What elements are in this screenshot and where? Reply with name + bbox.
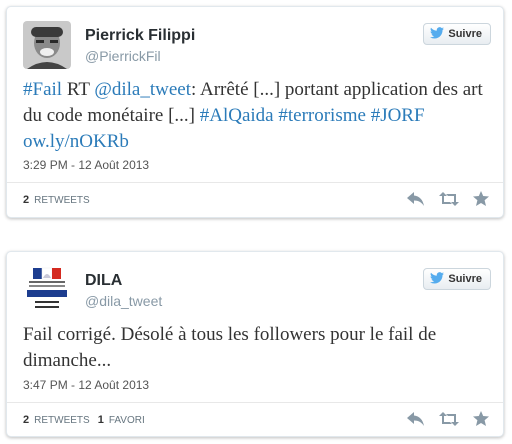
twitter-bird-icon (430, 271, 445, 287)
reply-icon[interactable] (407, 411, 425, 431)
hashtag-link[interactable]: #JORF (371, 105, 425, 126)
mention-link[interactable]: @dila_tweet (94, 79, 191, 100)
hashtag-link[interactable]: #Fail (23, 79, 62, 100)
tweet-actions (407, 191, 489, 211)
retweet-icon[interactable] (439, 411, 459, 431)
divider (7, 182, 503, 183)
twitter-bird-icon (430, 26, 445, 42)
follow-button[interactable]: Suivre (423, 268, 491, 290)
url-link[interactable]: ow.ly/nOKRb (23, 131, 129, 152)
avatar[interactable] (23, 21, 71, 69)
tweet-stats: 2 RETWEETS (23, 194, 90, 206)
retweet-icon[interactable] (439, 191, 459, 211)
reply-icon[interactable] (407, 191, 425, 211)
retweet-count[interactable]: 2 (23, 194, 29, 206)
follow-label: Suivre (448, 273, 482, 285)
dila-logo (23, 266, 71, 314)
tweet-actions (407, 411, 489, 431)
favorite-star-icon[interactable] (473, 411, 489, 431)
favorite-count-label[interactable]: FAVORI (109, 415, 145, 426)
author-handle[interactable]: @PierrickFil (85, 48, 161, 64)
tweet-card: DILA @dila_tweet Suivre Fail corrigé. Dé… (6, 251, 504, 437)
tweet-timestamp[interactable]: 3:47 PM - 12 Août 2013 (23, 378, 149, 392)
tweet-text: #Fail RT @dila_tweet: Arrêté [...] porta… (23, 77, 493, 155)
tweet-timestamp[interactable]: 3:29 PM - 12 Août 2013 (23, 158, 149, 172)
retweet-count-label[interactable]: RETWEETS (34, 415, 90, 426)
author-name[interactable]: DILA (85, 272, 122, 290)
retweet-count[interactable]: 2 (23, 414, 29, 426)
tweet-card: Pierrick Filippi @PierrickFil Suivre #Fa… (6, 6, 504, 218)
hashtag-link[interactable]: #terrorisme (278, 105, 366, 126)
hashtag-link[interactable]: #AlQaida (200, 105, 274, 126)
author-name[interactable]: Pierrick Filippi (85, 27, 195, 45)
retweet-count-label[interactable]: RETWEETS (34, 195, 90, 206)
favorite-count[interactable]: 1 (98, 414, 104, 426)
follow-label: Suivre (448, 28, 482, 40)
tweet-text: Fail corrigé. Désolé à tous les follower… (23, 324, 437, 371)
favorite-star-icon[interactable] (473, 191, 489, 211)
tweet-stats: 2 RETWEETS 1 FAVORI (23, 414, 145, 426)
tweet-text-segment: RT (62, 79, 95, 100)
divider (7, 402, 503, 403)
follow-button[interactable]: Suivre (423, 23, 491, 45)
avatar[interactable] (23, 266, 71, 314)
author-handle[interactable]: @dila_tweet (85, 293, 162, 309)
